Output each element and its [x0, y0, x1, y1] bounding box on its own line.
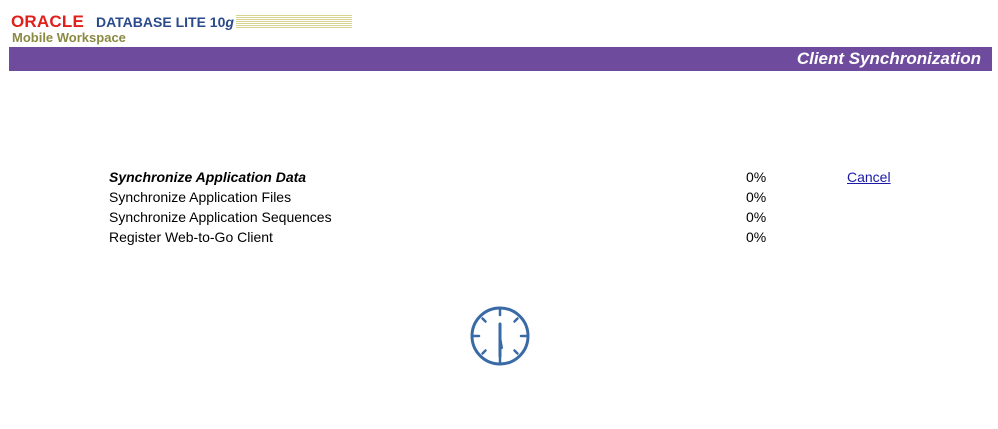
task-percent: 0%	[746, 229, 767, 245]
product-version: g	[225, 14, 234, 30]
page-title: Client Synchronization	[796, 49, 981, 68]
sync-task-list: Synchronize Application Data 0% Cancel S…	[109, 169, 909, 249]
task-label: Synchronize Application Sequences	[109, 209, 332, 225]
page: ORACLE DATABASE LITE 10g Mobile Workspac…	[0, 0, 998, 429]
task-label: Register Web-to-Go Client	[109, 229, 273, 245]
clock-icon-graphic	[470, 306, 530, 366]
oracle-logo: ORACLE DATABASE LITE 10g	[11, 12, 352, 32]
task-row-sync-sequences: Synchronize Application Sequences 0%	[109, 209, 909, 229]
logo-stripes-decoration	[235, 15, 352, 29]
workspace-subtitle: Mobile Workspace	[12, 30, 126, 45]
brand-name: ORACLE	[11, 12, 84, 31]
task-label: Synchronize Application Data	[109, 169, 307, 185]
product-title: DATABASE LITE 10	[95, 14, 226, 30]
task-percent: 0%	[746, 209, 767, 225]
cancel-link[interactable]: Cancel	[847, 169, 891, 185]
task-percent: 0%	[746, 169, 767, 185]
task-row-sync-data: Synchronize Application Data 0% Cancel	[109, 169, 909, 189]
task-percent: 0%	[746, 189, 767, 205]
task-label: Synchronize Application Files	[109, 189, 292, 205]
task-row-register-client: Register Web-to-Go Client 0%	[109, 229, 909, 249]
product-name: DATABASE LITE 10g	[96, 13, 234, 31]
title-bar: Client Synchronization	[9, 47, 992, 71]
task-row-sync-files: Synchronize Application Files 0%	[109, 189, 909, 209]
clock-icon	[468, 304, 532, 368]
